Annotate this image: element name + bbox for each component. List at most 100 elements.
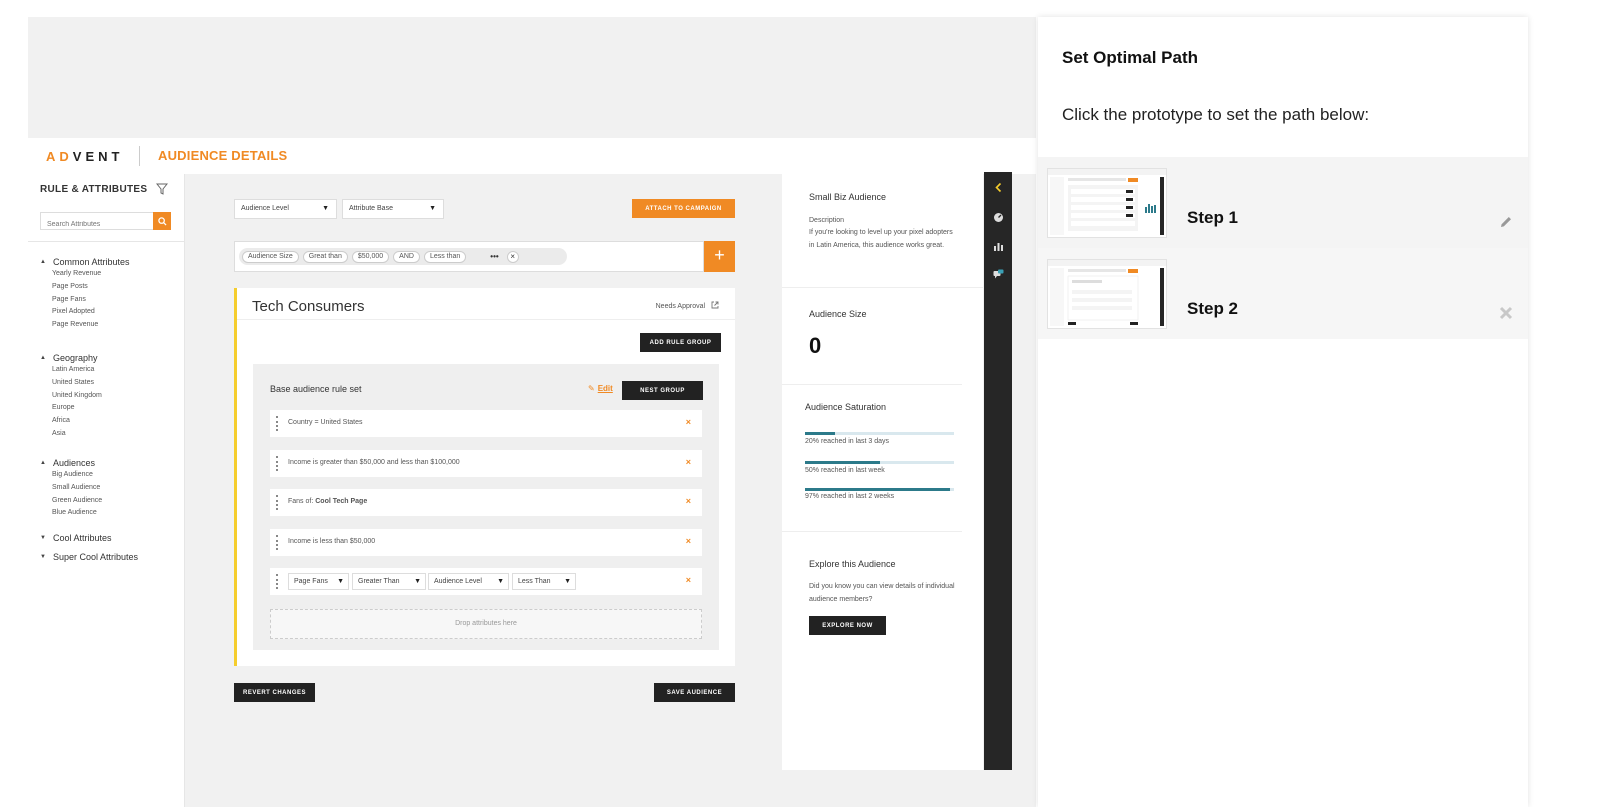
edit-link[interactable]: ✎ Edit (588, 384, 613, 393)
attribute-item[interactable]: Page Posts (52, 281, 130, 294)
attribute-item[interactable]: Page Fans (52, 294, 130, 307)
attribute-item[interactable]: Page Revenue (52, 319, 130, 332)
level-select[interactable]: Audience Level ▼ (428, 573, 509, 590)
audience-title: Tech Consumers (252, 298, 365, 315)
caret-down-icon: ▼ (40, 554, 46, 560)
attribute-item[interactable]: Africa (52, 415, 102, 428)
attribute-search (40, 212, 171, 233)
search-input[interactable] (41, 216, 153, 233)
attribute-group-header[interactable]: ▲ Common Attributes (40, 256, 130, 268)
rule-chip[interactable]: Less than (423, 250, 467, 263)
app-logo[interactable]: ADVENT (46, 149, 123, 164)
more-icon[interactable]: ••• (490, 252, 498, 261)
step-label: Step 2 (1187, 299, 1239, 318)
rule-chip[interactable]: Audience Size (242, 250, 299, 263)
attribute-item[interactable]: Latin America (52, 364, 102, 377)
add-rule-group-button[interactable]: ADD RULE GROUP (640, 333, 721, 352)
attribute-item[interactable]: Yearly Revenue (52, 268, 130, 281)
audience-level-dropdown[interactable]: Audience Level ▼ (234, 199, 337, 219)
gauge-icon[interactable] (993, 212, 1004, 223)
attribute-item[interactable]: Pixel Adopted (52, 306, 130, 319)
attributes-sidebar: RULE & ATTRIBUTES ▲ Common AttributesYear… (28, 174, 185, 807)
drag-handle-icon[interactable] (276, 416, 278, 431)
approval-status[interactable]: Needs Approval (656, 301, 719, 310)
path-step-1[interactable]: Step 1 (1038, 157, 1528, 248)
rule-chips: Audience Size Great than $50,000 AND Les… (239, 248, 567, 265)
step-thumbnail[interactable] (1047, 168, 1167, 238)
attribute-item[interactable]: Green Audience (52, 495, 102, 508)
remove-rule-icon[interactable]: × (686, 457, 691, 467)
rule-row[interactable]: Fans of: Cool Tech Page × (270, 489, 702, 516)
prototype-frame[interactable]: ADVENT AUDIENCE DETAILS RULE & ATTRIBUTE… (28, 17, 1036, 807)
chevron-left-icon[interactable] (993, 182, 1004, 193)
attach-to-campaign-button[interactable]: ATTACH TO CAMPAIGN (632, 199, 735, 218)
rule-row[interactable]: Country = United States × (270, 410, 702, 437)
rule-row[interactable]: Income is greater than $50,000 and less … (270, 450, 702, 477)
attribute-group-header[interactable]: ▼ Cool Attributes (40, 532, 112, 544)
search-icon (157, 216, 167, 226)
attribute-group-label: Common Attributes (53, 257, 130, 267)
attribute-base-dropdown[interactable]: Attribute Base ▼ (342, 199, 444, 219)
explore-text: Did you know you can view details of ind… (809, 583, 955, 603)
step-thumbnail[interactable] (1047, 259, 1167, 329)
external-link-icon (711, 301, 719, 309)
drag-handle-icon[interactable] (276, 456, 278, 471)
revert-changes-button[interactable]: REVERT CHANGES (234, 683, 315, 702)
attribute-group-header[interactable]: ▼ Super Cool Attributes (40, 551, 138, 563)
attribute-item[interactable]: United States (52, 377, 102, 390)
audience-size-label: Audience Size (809, 309, 867, 319)
caret-down-icon: ▼ (40, 535, 46, 541)
attribute-item[interactable]: United Kingdom (52, 390, 102, 403)
remove-rule-icon[interactable]: × (686, 536, 691, 546)
drop-zone[interactable]: Drop attributes here (270, 609, 702, 639)
caret-up-icon: ▲ (40, 355, 46, 361)
caret-up-icon: ▲ (40, 259, 46, 265)
path-step-2[interactable]: Step 2 (1038, 248, 1528, 339)
bar-chart-icon[interactable] (993, 241, 1004, 252)
caret-down-icon: ▼ (414, 578, 421, 585)
attribute-item[interactable]: Europe (52, 402, 102, 415)
attribute-select[interactable]: Page Fans ▼ (288, 573, 349, 590)
nest-group-button[interactable]: NEST GROUP (622, 381, 703, 400)
operator-select[interactable]: Greater Than ▼ (352, 573, 426, 590)
attribute-group-label: Cool Attributes (53, 533, 112, 543)
divider (782, 384, 962, 385)
close-icon[interactable] (1498, 305, 1514, 321)
remove-rule-icon[interactable]: × (686, 417, 691, 427)
save-audience-button[interactable]: SAVE AUDIENCE (654, 683, 735, 702)
divider (782, 287, 983, 288)
drag-handle-icon[interactable] (276, 495, 278, 510)
drag-handle-icon[interactable] (276, 535, 278, 550)
panel-title: Set Optimal Path (1062, 48, 1199, 67)
remove-rule-icon[interactable]: × (686, 575, 691, 585)
attribute-item[interactable]: Small Audience (52, 482, 102, 495)
app-header: ADVENT AUDIENCE DETAILS (28, 138, 1036, 174)
search-button[interactable] (153, 212, 171, 230)
comparison-select[interactable]: Less Than ▼ (512, 573, 576, 590)
saturation-bar-fill (805, 432, 835, 435)
caret-down-icon: ▼ (429, 205, 436, 212)
caret-up-icon: ▲ (40, 460, 46, 466)
attribute-group-header[interactable]: ▲ Audiences (40, 457, 102, 469)
attribute-item[interactable]: Blue Audience (52, 507, 102, 520)
attribute-item[interactable]: Asia (52, 428, 102, 441)
pencil-icon[interactable] (1498, 214, 1514, 230)
rule-chip[interactable]: AND (393, 250, 420, 263)
filter-icon[interactable] (156, 183, 168, 195)
rule-row[interactable]: Income is less than $50,000 × (270, 529, 702, 556)
explore-now-button[interactable]: EXPLORE NOW (809, 616, 886, 635)
clear-chips-icon[interactable]: × (506, 250, 519, 263)
attribute-item[interactable]: Big Audience (52, 469, 102, 482)
saturation-bar (805, 461, 954, 464)
remove-rule-icon[interactable]: × (686, 496, 691, 506)
rule-chip[interactable]: Great than (302, 250, 348, 263)
rule-chip[interactable]: $50,000 (351, 250, 390, 263)
caret-down-icon: ▼ (564, 578, 571, 585)
attribute-group-header[interactable]: ▲ Geography (40, 352, 102, 364)
saturation-label-text: 20% reached in last 3 days (805, 438, 890, 445)
saturation-label-text: 97% reached in last 2 weeks (805, 493, 895, 500)
comments-icon[interactable] (993, 269, 1004, 280)
drag-handle-icon[interactable] (276, 574, 278, 589)
saturation-label-text: 50% reached in last week (805, 467, 885, 474)
add-rule-button[interactable]: + (704, 241, 735, 272)
